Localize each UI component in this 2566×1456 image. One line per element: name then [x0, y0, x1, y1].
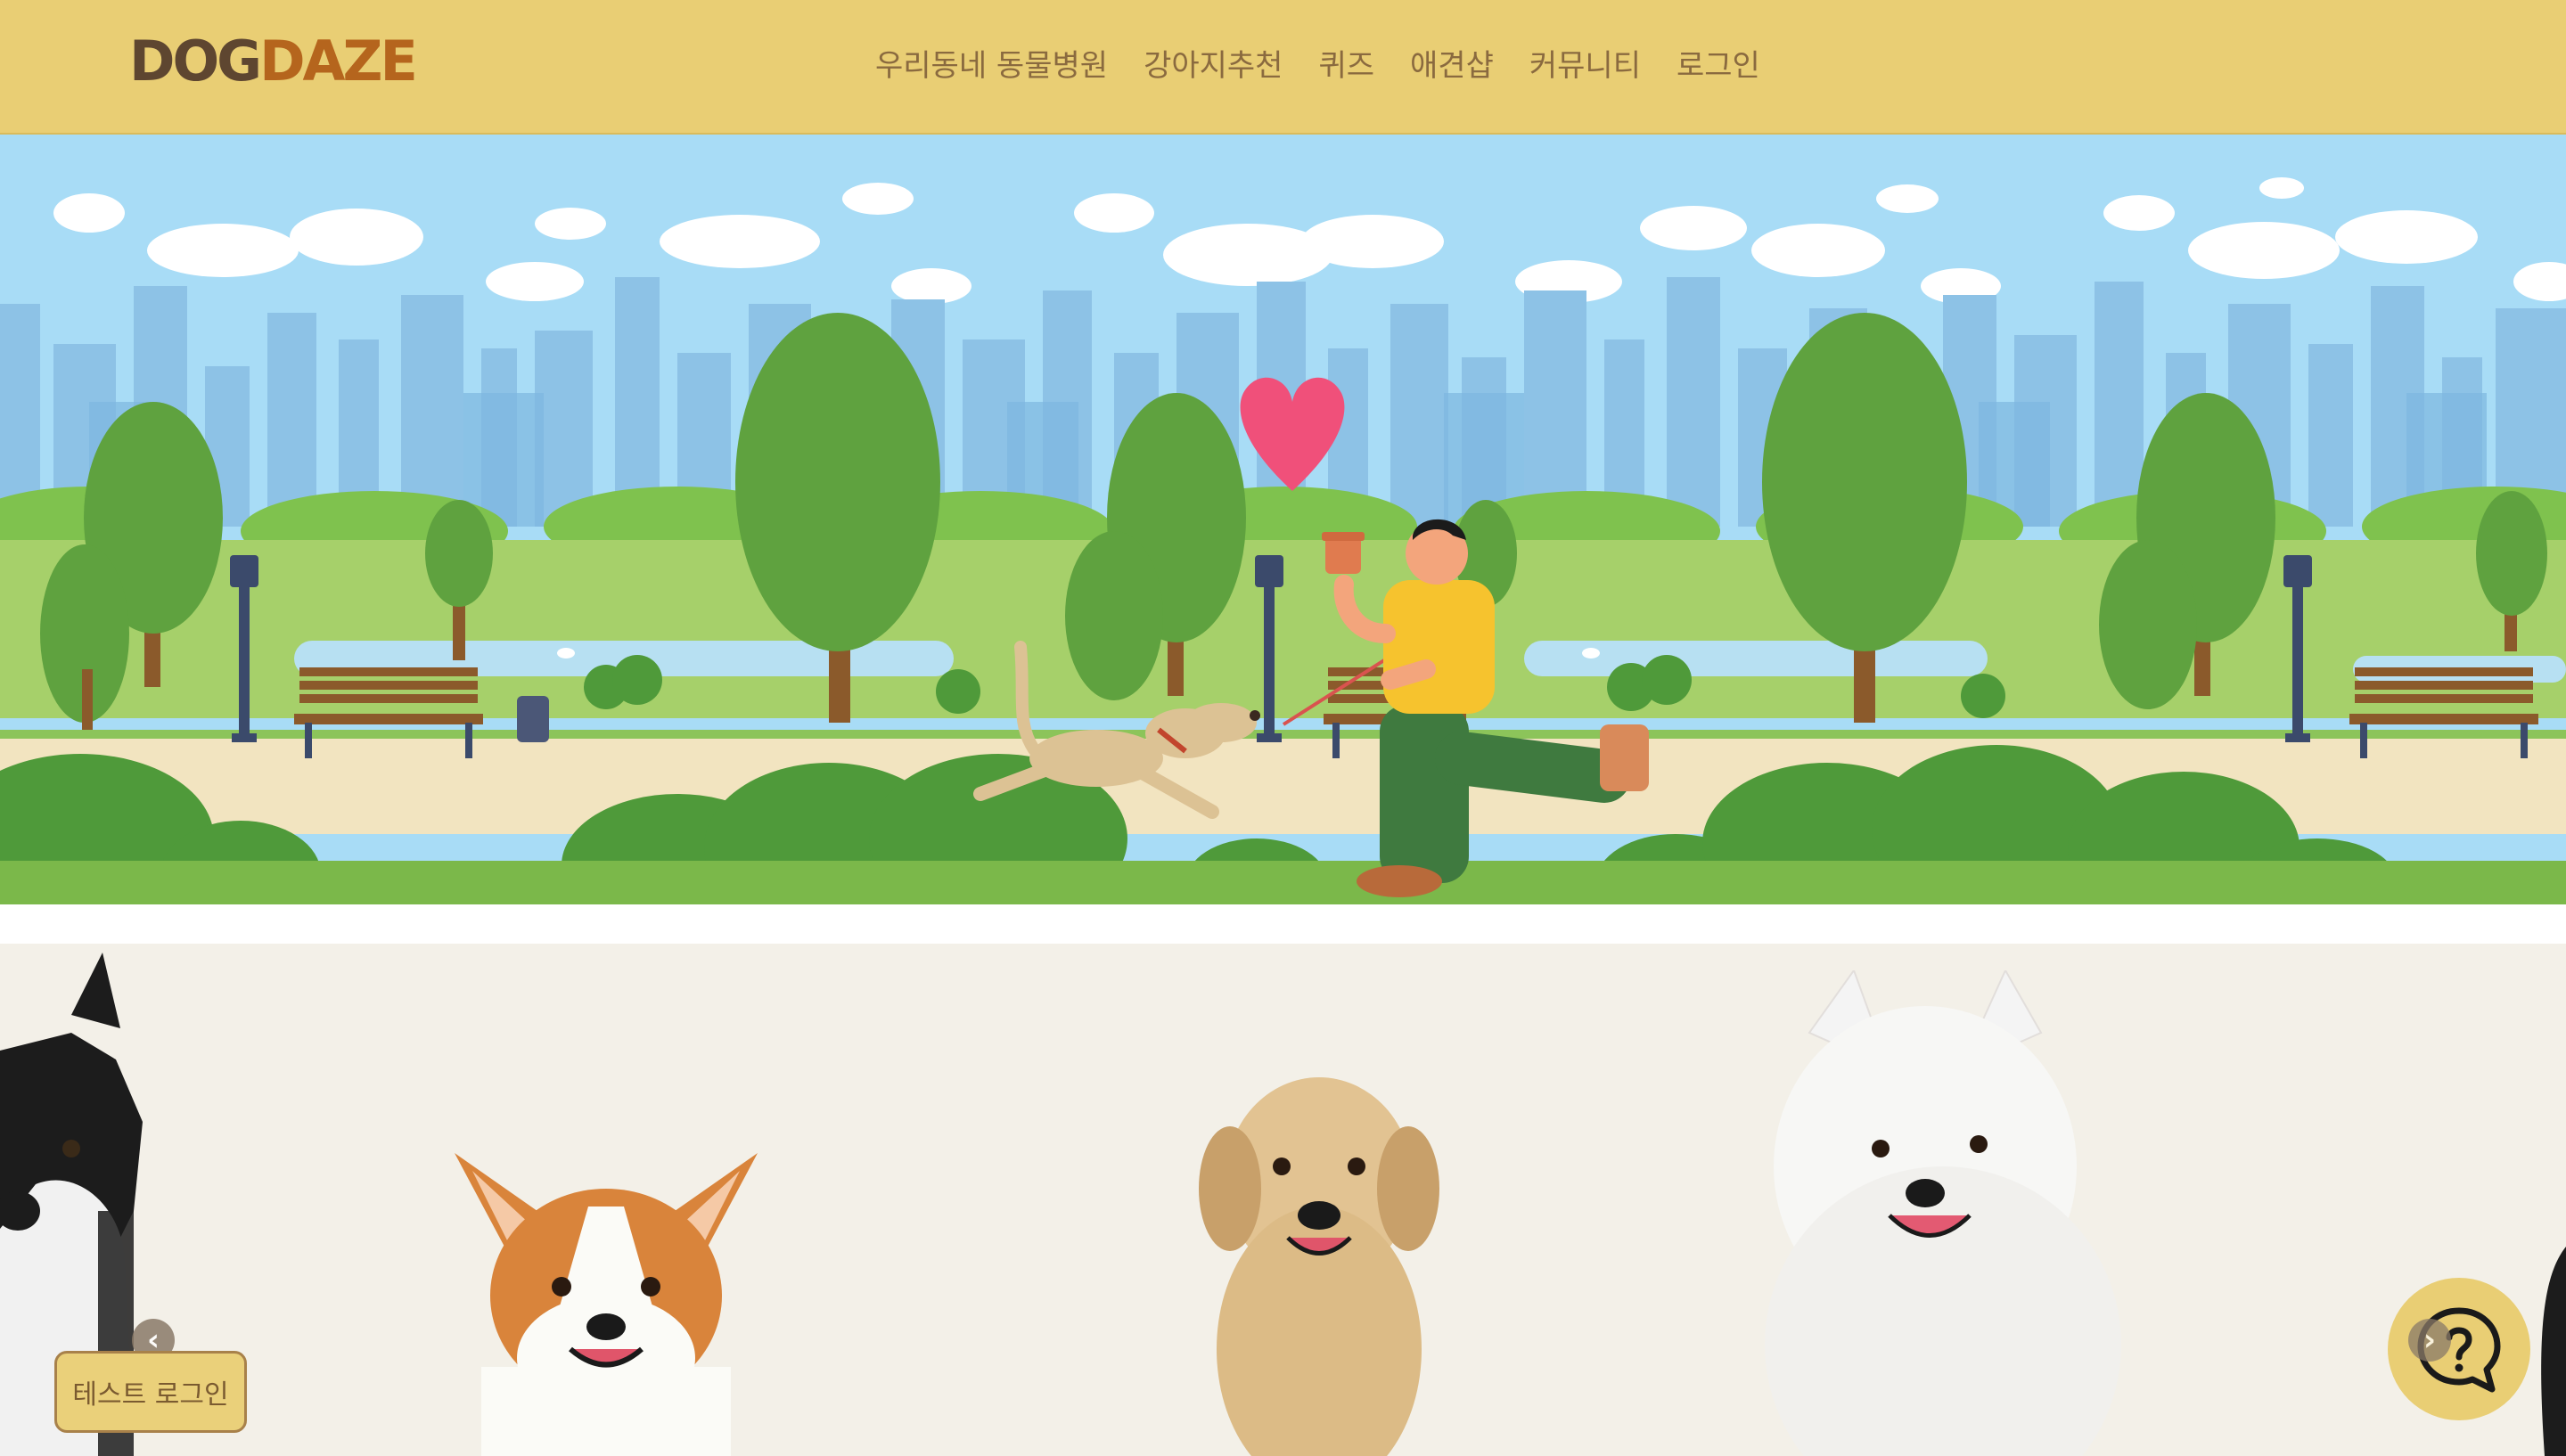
dog-photo-golden-retriever[interactable]	[1185, 1064, 1453, 1456]
nav-item-recommend[interactable]: 강아지추천	[1144, 41, 1283, 85]
park-illustration	[0, 135, 2566, 904]
chevron-right-icon: ›	[2423, 1322, 2436, 1358]
logo[interactable]: DOGDAZE	[129, 29, 418, 94]
test-login-button[interactable]: 테스트 로그인	[54, 1351, 247, 1433]
logo-part-dog: DOG	[129, 29, 262, 94]
site-header: DOGDAZE 우리동네 동물병원 강아지추천 퀴즈 애견샵 커뮤니티 로그인	[0, 0, 2566, 135]
hero-banner	[0, 135, 2566, 904]
carousel-next-button[interactable]: ›	[2408, 1319, 2451, 1362]
help-chat-button[interactable]	[2388, 1278, 2530, 1420]
dog-photo-corgi[interactable]	[446, 1135, 767, 1456]
trash-can	[517, 696, 549, 742]
nav-item-hospital[interactable]: 우리동네 동물병원	[875, 41, 1108, 85]
main-nav: 우리동네 동물병원 강아지추천 퀴즈 애견샵 커뮤니티 로그인	[875, 36, 1760, 89]
section-gap	[0, 904, 2566, 944]
nav-item-shop[interactable]: 애견샵	[1410, 41, 1494, 85]
dog-photo-partial-right[interactable]	[2527, 1247, 2566, 1456]
logo-part-daze: DAZE	[259, 29, 418, 94]
nav-item-login[interactable]: 로그인	[1677, 41, 1760, 85]
dog-gallery-carousel	[0, 944, 2566, 1456]
nav-item-community[interactable]: 커뮤니티	[1529, 41, 1641, 85]
dog-photo-samoyed[interactable]	[1756, 970, 2130, 1456]
nav-item-quiz[interactable]: 퀴즈	[1318, 41, 1374, 85]
